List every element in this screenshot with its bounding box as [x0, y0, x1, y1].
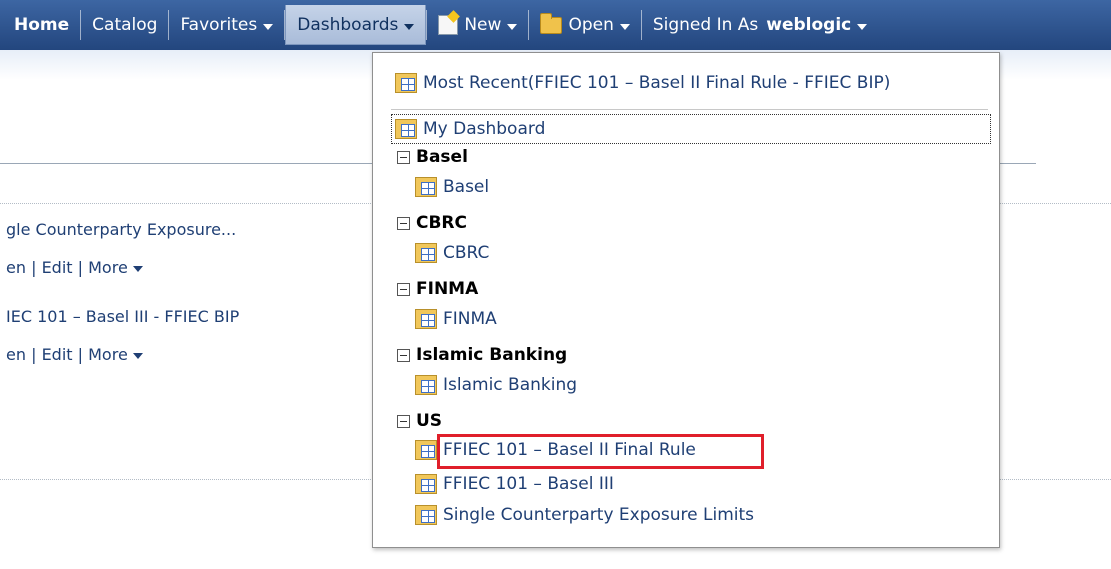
- edit-link[interactable]: Edit: [42, 345, 73, 364]
- chevron-down-icon: [619, 24, 630, 30]
- group-header-cbrc[interactable]: CBRC: [397, 213, 467, 233]
- nav-user-menu[interactable]: Signed In As weblogic: [642, 0, 878, 50]
- action-separator: |: [77, 345, 84, 364]
- global-header: Home Catalog Favorites Dashboards New Op…: [0, 0, 1111, 50]
- dashboard-icon: [415, 474, 437, 494]
- collapse-icon[interactable]: [397, 348, 410, 362]
- menu-item-label: Single Counterparty Exposure Limits: [443, 505, 755, 525]
- menu-item-ffiec-101-basel-iii[interactable]: FFIEC 101 – Basel III: [415, 474, 614, 494]
- chevron-down-icon: [132, 266, 143, 272]
- dashboard-icon: [415, 505, 437, 525]
- nav-home-link[interactable]: Home: [0, 0, 80, 50]
- dashboard-icon: [395, 119, 417, 139]
- group-label: Basel: [416, 147, 468, 167]
- group-label: FINMA: [416, 279, 479, 299]
- open-link[interactable]: en: [6, 345, 26, 364]
- dashboard-icon: [415, 177, 437, 197]
- nav-new-menu[interactable]: New: [427, 0, 528, 50]
- collapse-icon[interactable]: [397, 414, 410, 428]
- menu-item-my-dashboard[interactable]: My Dashboard: [391, 114, 991, 144]
- red-highlight-box: [437, 434, 764, 469]
- recent-item-title[interactable]: IEC 101 – Basel III - FFIEC BIP: [6, 307, 239, 326]
- recent-item-title-text: IEC 101 – Basel III - FFIEC BIP: [6, 307, 240, 326]
- menu-item-cbrc[interactable]: CBRC: [415, 243, 489, 263]
- collapse-icon[interactable]: [397, 282, 410, 296]
- recent-item-actions: en | Edit | More: [6, 345, 143, 364]
- edit-link[interactable]: Edit: [42, 258, 73, 277]
- group-label: Islamic Banking: [416, 345, 568, 365]
- collapse-icon[interactable]: [397, 216, 410, 230]
- nav-favorites-label: Favorites: [180, 15, 258, 35]
- menu-item-single-counterparty-exposure-limits[interactable]: Single Counterparty Exposure Limits: [415, 505, 754, 525]
- signed-in-label: Signed In As: [652, 15, 759, 35]
- menu-item-label: FFIEC 101 – Basel III: [443, 474, 614, 494]
- menu-divider: [391, 109, 988, 110]
- group-header-basel[interactable]: Basel: [397, 147, 468, 167]
- action-separator: |: [31, 258, 37, 277]
- menu-item-label: Basel: [443, 177, 490, 197]
- group-header-us[interactable]: US: [397, 411, 442, 431]
- dashboard-icon: [415, 243, 437, 263]
- nav-dashboards-menu[interactable]: Dashboards: [285, 5, 427, 45]
- menu-item-finma[interactable]: FINMA: [415, 309, 497, 329]
- recent-item-title-text: gle Counterparty Exposure...: [6, 220, 237, 239]
- group-label: US: [416, 411, 443, 431]
- recent-item-title[interactable]: gle Counterparty Exposure...: [6, 220, 236, 239]
- menu-item-label: Most Recent(FFIEC 101 – Basel II Final R…: [423, 73, 891, 93]
- dashboard-icon: [415, 375, 437, 395]
- group-header-finma[interactable]: FINMA: [397, 279, 478, 299]
- nav-open-label: Open: [568, 15, 614, 35]
- action-separator: |: [77, 258, 84, 277]
- chevron-down-icon: [507, 24, 518, 30]
- username: weblogic: [766, 15, 852, 35]
- menu-item-most-recent[interactable]: Most Recent(FFIEC 101 – Basel II Final R…: [395, 73, 890, 93]
- menu-item-label: CBRC: [443, 243, 490, 263]
- chevron-down-icon: [263, 24, 274, 30]
- dashboard-icon: [415, 440, 437, 460]
- recent-item-actions: en | Edit | More: [6, 258, 143, 277]
- more-menu[interactable]: More: [88, 345, 143, 364]
- nav-catalog-link[interactable]: Catalog: [81, 0, 168, 50]
- more-menu[interactable]: More: [88, 258, 143, 277]
- action-separator: |: [31, 345, 37, 364]
- dashboard-icon: [415, 309, 437, 329]
- folder-open-icon: [540, 12, 563, 34]
- group-header-islamic-banking[interactable]: Islamic Banking: [397, 345, 567, 365]
- dashboards-dropdown-menu: Most Recent(FFIEC 101 – Basel II Final R…: [372, 52, 1000, 548]
- open-link[interactable]: en: [6, 258, 26, 277]
- more-label: More: [88, 345, 128, 364]
- nav-open-menu[interactable]: Open: [529, 0, 640, 50]
- menu-item-label: Islamic Banking: [443, 375, 578, 395]
- nav-favorites-menu[interactable]: Favorites: [169, 0, 284, 50]
- dashboard-icon: [395, 73, 417, 93]
- menu-item-label: FINMA: [443, 309, 497, 329]
- focus-outline: [391, 114, 991, 144]
- group-label: CBRC: [416, 213, 467, 233]
- chevron-down-icon: [404, 23, 415, 30]
- chevron-down-icon: [132, 353, 143, 359]
- collapse-icon[interactable]: [397, 150, 410, 164]
- more-label: More: [88, 258, 128, 277]
- nav-dashboards-label: Dashboards: [297, 14, 399, 35]
- new-document-icon: [438, 15, 459, 35]
- menu-item-basel[interactable]: Basel: [415, 177, 489, 197]
- chevron-down-icon: [857, 24, 868, 30]
- nav-new-label: New: [464, 15, 502, 35]
- menu-item-islamic-banking[interactable]: Islamic Banking: [415, 375, 577, 395]
